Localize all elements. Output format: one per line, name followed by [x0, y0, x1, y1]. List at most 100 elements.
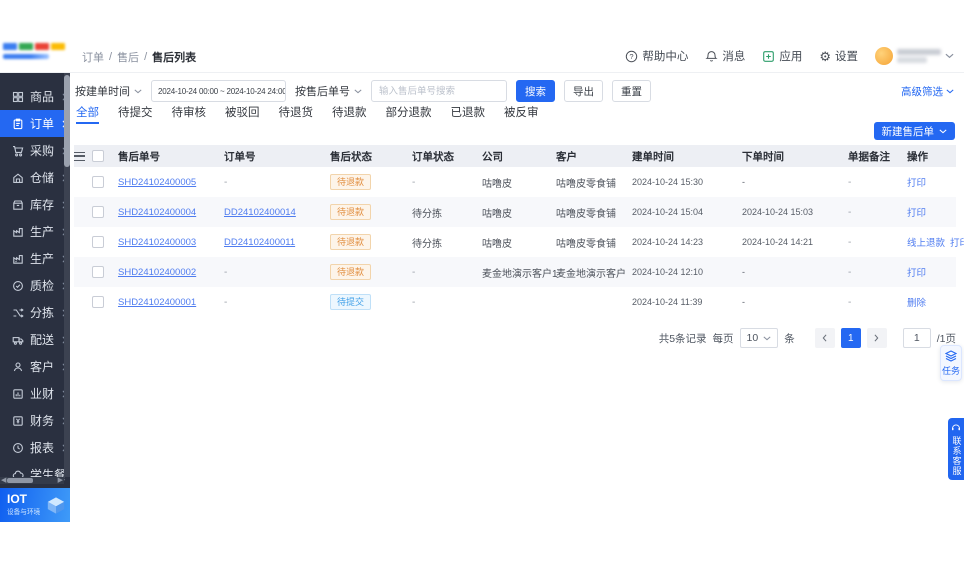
sidebar-hscrollbar-thumb[interactable] — [7, 478, 33, 483]
tasks-float-button[interactable]: 任务 — [940, 345, 962, 381]
sidebar-hscrollbar[interactable]: ◀ ▶ — [0, 477, 64, 484]
chevron-down-icon — [945, 53, 954, 59]
next-page-button[interactable] — [866, 328, 887, 348]
help-icon: ? — [626, 50, 638, 62]
tab-0[interactable]: 全部 — [76, 104, 99, 124]
status-badge: 待提交 — [330, 294, 372, 310]
column-header: 建单时间 — [632, 150, 674, 163]
apps-link[interactable]: 应用 — [762, 48, 802, 64]
tab-2[interactable]: 待审核 — [172, 104, 207, 124]
breadcrumb-orders[interactable]: 订单 — [82, 49, 104, 65]
customers-icon — [12, 361, 24, 373]
app-window: 订单 / 售后 / 售后列表 ? 帮助中心 消息 应用 ⚙ 设置 商品 订单 采… — [0, 0, 964, 565]
column-settings-icon[interactable] — [74, 151, 85, 161]
table-row: SHD24102400004 DD24102400014 待退款 待分拣 咕噜皮 咕噜皮零… — [74, 197, 956, 227]
column-header: 下单时间 — [742, 150, 784, 163]
after-sale-number-link[interactable]: SHD24102400003 — [118, 237, 196, 248]
help-center-link[interactable]: ? 帮助中心 — [625, 48, 688, 64]
advanced-filter-link[interactable]: 高级筛选 — [901, 84, 954, 99]
create-after-sale-button[interactable]: 新建售后单 — [873, 122, 955, 140]
breadcrumb-current: 售后列表 — [152, 52, 197, 64]
messages-link[interactable]: 消息 — [705, 48, 745, 64]
app-logo-redacted — [3, 43, 65, 69]
sidebar-item-biz-finance[interactable]: 业财 — [0, 380, 67, 407]
action-link[interactable]: 打印 — [907, 205, 926, 219]
iot-cube-icon — [47, 496, 65, 514]
per-page-select[interactable]: 10 — [739, 328, 779, 348]
customer-service-button[interactable]: 联系客服 — [948, 418, 964, 480]
export-button[interactable]: 导出 — [564, 80, 603, 102]
after-sale-number-link[interactable]: SHD24102400004 — [118, 207, 196, 218]
search-input[interactable] — [371, 80, 507, 102]
scroll-right-arrow-icon[interactable]: ▶ — [58, 477, 63, 484]
column-header: 操作 — [907, 150, 928, 163]
scroll-left-arrow-icon[interactable]: ◀ — [1, 477, 6, 484]
iot-title: IOT — [7, 492, 27, 507]
tab-8[interactable]: 被反审 — [504, 104, 539, 124]
sidebar-item-sorting[interactable]: 分拣 — [0, 299, 67, 326]
tab-7[interactable]: 已退款 — [451, 104, 486, 124]
page-1-button[interactable]: 1 — [840, 328, 861, 348]
status-tabs: 全部 待提交 待审核 被驳回 待退货 待退款 部分退款 已退款 被反审 — [76, 104, 539, 124]
reset-button[interactable]: 重置 — [612, 80, 651, 102]
filter-time-type[interactable]: 按建单时间 — [75, 83, 142, 99]
column-header: 售后状态 — [330, 150, 372, 163]
sidebar-item-finance[interactable]: 财务 — [0, 407, 67, 434]
tab-3[interactable]: 被驳回 — [225, 104, 260, 124]
after-sale-number-link[interactable]: SHD24102400001 — [118, 297, 196, 308]
headset-icon — [952, 424, 960, 431]
action-link[interactable]: 线上退款 — [907, 235, 945, 249]
sidebar-menu: 商品 订单 采购 仓储 库存 生产 生产 质检 分拣 配送 客户 业财 财务 报表 学生餐 — [0, 83, 67, 488]
sidebar-item-orders[interactable]: 订单 — [0, 110, 67, 137]
tab-4[interactable]: 待退货 — [279, 104, 314, 124]
breadcrumb-aftersale[interactable]: 售后 — [117, 49, 139, 65]
tab-6[interactable]: 部分退款 — [386, 104, 432, 124]
chevron-down-icon — [946, 89, 954, 94]
sidebar-item-quality[interactable]: 质检 — [0, 272, 67, 299]
page-jump-input[interactable] — [902, 328, 931, 348]
tab-1[interactable]: 待提交 — [118, 104, 153, 124]
row-checkbox[interactable] — [92, 176, 104, 188]
column-header: 售后单号 — [118, 150, 160, 163]
sidebar-item-customers[interactable]: 客户 — [0, 353, 67, 380]
order-number-link[interactable]: DD24102400014 — [224, 207, 296, 218]
filter-field-type[interactable]: 按售后单号 — [295, 83, 362, 99]
action-link[interactable]: 删除 — [907, 295, 926, 309]
table-header: 售后单号 订单号 售后状态 订单状态 公司 客户 建单时间 下单时间 单据备注 操作 — [74, 145, 956, 167]
biz-finance-icon — [12, 388, 24, 400]
action-link[interactable]: 打印 — [907, 175, 926, 189]
sidebar-item-production-1[interactable]: 生产 — [0, 218, 67, 245]
search-button[interactable]: 搜索 — [516, 80, 555, 102]
chevron-down-icon — [763, 336, 771, 340]
prev-page-button[interactable] — [814, 328, 835, 348]
sidebar-item-inventory[interactable]: 库存 — [0, 191, 67, 218]
table-row: SHD24102400001- 待提交 -2024-10-24 11:39- - 删除 — [74, 287, 956, 317]
sidebar-item-reports[interactable]: 报表 — [0, 434, 67, 461]
action-link[interactable]: 打印 — [950, 235, 964, 249]
tab-5[interactable]: 待退款 — [332, 104, 367, 124]
row-checkbox[interactable] — [92, 296, 104, 308]
pagination: 共5条记录 每页 10 条 1 /1页 — [659, 328, 956, 348]
sidebar-item-goods[interactable]: 商品 — [0, 83, 67, 110]
sidebar-item-warehouse[interactable]: 仓储 — [0, 164, 67, 191]
svg-text:?: ? — [630, 52, 634, 61]
settings-link[interactable]: ⚙ 设置 — [819, 48, 858, 64]
select-all-checkbox[interactable] — [92, 150, 104, 162]
after-sale-number-link[interactable]: SHD24102400002 — [118, 267, 196, 278]
per-page-label: 每页 — [712, 332, 734, 345]
user-menu[interactable] — [875, 47, 954, 65]
order-number-link[interactable]: DD24102400011 — [224, 237, 295, 248]
sidebar-item-production-2[interactable]: 生产 — [0, 245, 67, 272]
after-sale-number-link[interactable]: SHD24102400005 — [118, 177, 196, 188]
date-range-input[interactable]: 2024-10-24 00:00 ~ 2024-10-24 24:00 — [151, 80, 286, 102]
logo-mosaic — [3, 43, 65, 50]
row-checkbox[interactable] — [92, 236, 104, 248]
avatar — [875, 47, 893, 65]
row-checkbox[interactable] — [92, 206, 104, 218]
total-records: 共5条记录 — [658, 332, 707, 345]
row-checkbox[interactable] — [92, 266, 104, 278]
sidebar-item-delivery[interactable]: 配送 — [0, 326, 67, 353]
action-link[interactable]: 打印 — [907, 265, 926, 279]
iot-banner[interactable]: IOT 设备与环境 — [0, 488, 70, 522]
sidebar-item-purchase[interactable]: 采购 — [0, 137, 67, 164]
